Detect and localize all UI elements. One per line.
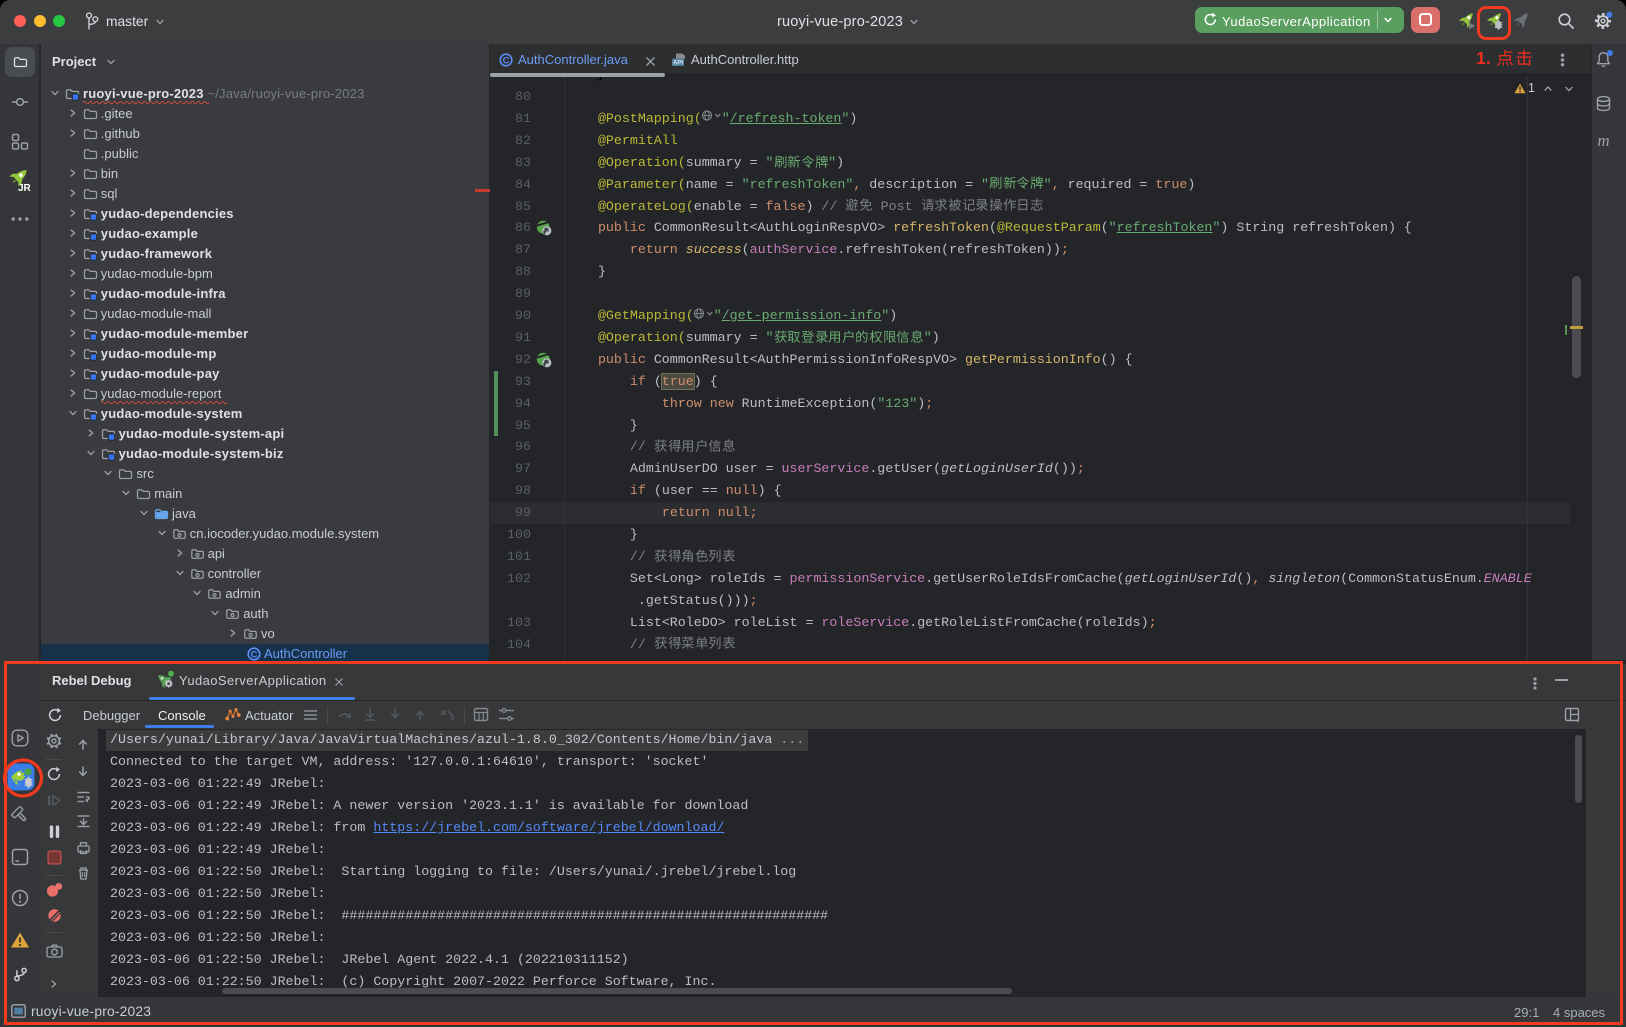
svg-text:C: C — [251, 649, 258, 660]
svg-text:C: C — [503, 55, 510, 66]
svg-text:JR: JR — [18, 183, 32, 194]
svg-text:API: API — [673, 60, 684, 67]
